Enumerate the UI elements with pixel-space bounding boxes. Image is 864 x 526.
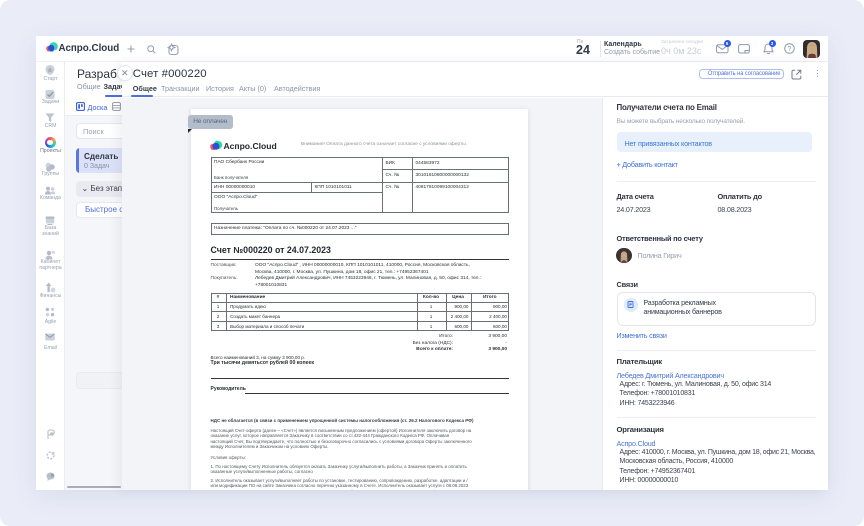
svg-text:?: ? xyxy=(787,46,791,53)
